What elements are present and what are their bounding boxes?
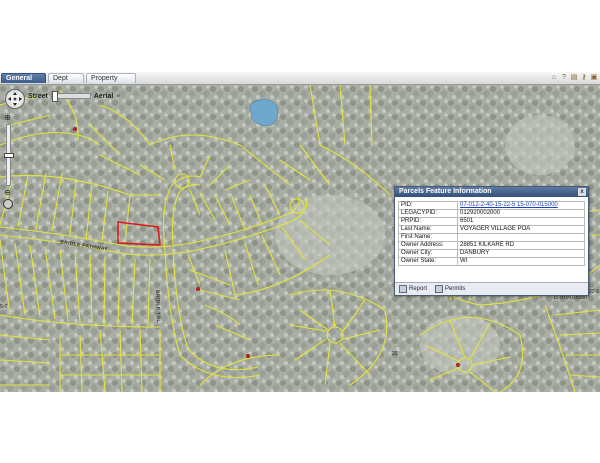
zoom-out-icon[interactable]: ⊖ — [3, 188, 12, 197]
basemap-slider-knob[interactable] — [51, 91, 58, 102]
attr-key: Last Name: — [398, 225, 458, 234]
map-view[interactable]: BRIDLE PATHWAY BRIDLE TRL 07-012-2-40-15… — [0, 85, 600, 392]
print-icon[interactable]: ▤ — [570, 74, 578, 82]
table-row: Owner State: WI — [398, 257, 585, 266]
home-icon[interactable]: ⌂ — [550, 74, 558, 82]
zoom-in-icon[interactable]: ⊕ — [3, 113, 12, 122]
zoom-slider[interactable] — [4, 124, 14, 186]
report-label: Report — [409, 286, 428, 292]
table-row: LEGACYPID: 012920002000 — [398, 209, 585, 218]
tab-bar: General Map Dept Maps Property Search ⌂ … — [0, 72, 600, 92]
attr-value: VOYAGER VILLAGE POA — [457, 225, 585, 234]
attr-value: 28851 KILKARE RD — [457, 241, 585, 250]
tab-property-search[interactable]: Property Search — [86, 73, 136, 92]
report-icon — [399, 285, 407, 293]
attr-key: Owner State: — [398, 257, 458, 266]
attr-value: WI — [457, 257, 585, 266]
attr-value: 012920002000 — [457, 209, 585, 218]
toolbar-icons: ⌂ ? ▤ ⚷ ▣ — [550, 73, 598, 83]
permits-icon — [435, 285, 444, 293]
attr-key: PID: — [398, 201, 458, 210]
table-row: Owner Address: 28851 KILKARE RD — [398, 241, 585, 250]
attr-key: PRPID: — [398, 217, 458, 226]
basemap-switch: Street Aerial « — [28, 91, 120, 102]
attr-key: First Name: — [398, 233, 458, 242]
permits-label: Permits — [445, 286, 466, 292]
tab-dept-maps[interactable]: Dept Maps — [48, 73, 84, 92]
table-row: PRPID: 6501 — [398, 217, 585, 226]
street-basemap-label[interactable]: Street — [28, 93, 48, 100]
aerial-basemap-label[interactable]: Aerial — [94, 93, 113, 100]
globe-icon[interactable] — [3, 199, 13, 209]
attr-key: Owner Address: — [398, 241, 458, 250]
attr-value: DANBURY — [457, 249, 585, 258]
parcel-attribute-table: PID: 07-012-2-40-15-22-5 15-070-015000 LE… — [398, 201, 585, 266]
parcel-number-label: 5-0 — [0, 304, 8, 310]
table-row: Last Name: VOYAGER VILLAGE POA — [398, 225, 585, 234]
report-button[interactable]: Report — [399, 285, 427, 293]
pid-link[interactable]: 07-012-2-40-15-22-5 15-070-015000 — [457, 201, 585, 210]
basemap-slider[interactable] — [50, 91, 91, 102]
zoom-slider-thumb[interactable] — [4, 153, 14, 158]
collapse-arrows-icon[interactable]: « — [116, 93, 120, 100]
help-icon[interactable]: ? — [560, 74, 568, 82]
permits-button[interactable]: Permits — [435, 285, 465, 293]
tab-general-map[interactable]: General Map — [1, 73, 46, 92]
table-row: First Name: — [398, 233, 585, 242]
key-icon[interactable]: ⚷ — [580, 74, 588, 82]
panel-title: Parcels Feature Information — [399, 188, 492, 195]
pan-control[interactable] — [5, 89, 25, 109]
panel-footer: Report Permits — [395, 282, 588, 295]
zoom-control: ⊕ ⊖ — [3, 113, 14, 197]
pan-arrows-icon — [8, 92, 22, 106]
gis-map-app: General Map Dept Maps Property Search ⌂ … — [0, 72, 600, 392]
parcel-number-label: 22 — [392, 351, 398, 357]
attr-key: LEGACYPID: — [398, 209, 458, 218]
attr-key: Owner City: — [398, 249, 458, 258]
road-label-bridle-trl: BRIDLE TRL — [154, 290, 162, 323]
panel-header: Parcels Feature Information x — [395, 187, 588, 197]
attr-value — [457, 233, 585, 242]
table-row: PID: 07-012-2-40-15-22-5 15-070-015000 — [398, 201, 585, 210]
attr-value: 6501 — [457, 217, 585, 226]
table-row: Owner City: DANBURY — [398, 249, 585, 258]
close-icon[interactable]: x — [578, 188, 586, 196]
parcel-info-panel: Parcels Feature Information x PID: 07-012… — [394, 186, 589, 296]
lock-icon[interactable]: ▣ — [590, 74, 598, 82]
